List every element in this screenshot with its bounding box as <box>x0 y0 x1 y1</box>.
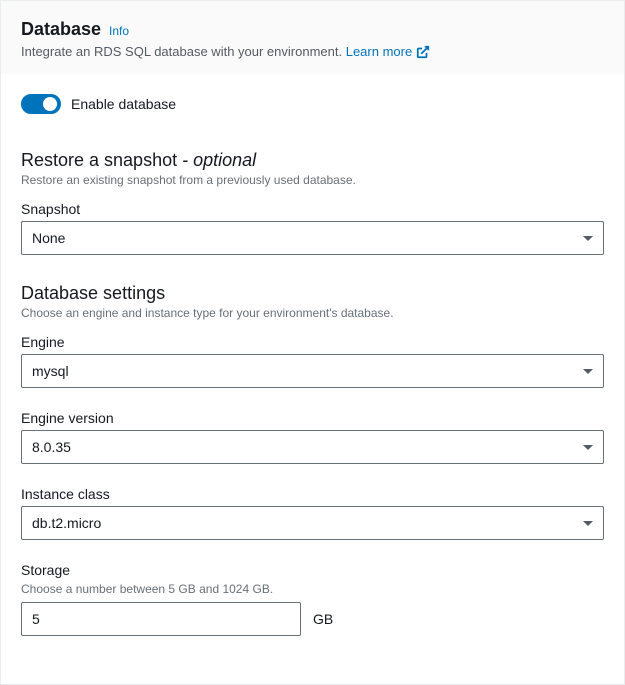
restore-section-title: Restore a snapshot - optional <box>21 150 604 171</box>
panel-header: Database Info Integrate an RDS SQL datab… <box>1 1 624 74</box>
storage-input[interactable] <box>21 602 301 636</box>
external-link-icon <box>416 45 430 59</box>
storage-label: Storage <box>21 562 604 578</box>
database-panel: Database Info Integrate an RDS SQL datab… <box>0 0 625 685</box>
restore-section-desc: Restore an existing snapshot from a prev… <box>21 173 604 187</box>
instance-class-select[interactable]: db.t2.micro <box>21 506 604 540</box>
learn-more-text: Learn more <box>346 44 412 59</box>
enable-database-label: Enable database <box>71 96 176 112</box>
settings-section-desc: Choose an engine and instance type for y… <box>21 306 604 320</box>
restore-snapshot-section: Restore a snapshot - optional Restore an… <box>21 150 604 255</box>
database-settings-section: Database settings Choose an engine and i… <box>21 283 604 636</box>
snapshot-label: Snapshot <box>21 201 604 217</box>
instance-class-select-wrapper: db.t2.micro <box>21 506 604 540</box>
engine-version-select-value: 8.0.35 <box>32 439 71 455</box>
snapshot-field: Snapshot None <box>21 201 604 255</box>
instance-class-label: Instance class <box>21 486 604 502</box>
engine-select-wrapper: mysql <box>21 354 604 388</box>
panel-description-text: Integrate an RDS SQL database with your … <box>21 44 342 59</box>
restore-title-text: Restore a snapshot <box>21 150 177 170</box>
learn-more-link[interactable]: Learn more <box>346 44 430 59</box>
snapshot-select-wrapper: None <box>21 221 604 255</box>
snapshot-select[interactable]: None <box>21 221 604 255</box>
engine-version-field: Engine version 8.0.35 <box>21 410 604 464</box>
enable-database-toggle[interactable] <box>21 94 61 114</box>
panel-description: Integrate an RDS SQL database with your … <box>21 44 604 59</box>
snapshot-select-value: None <box>32 230 65 246</box>
engine-version-label: Engine version <box>21 410 604 426</box>
panel-title: Database <box>21 19 101 40</box>
storage-input-row: GB <box>21 602 604 636</box>
instance-class-field: Instance class db.t2.micro <box>21 486 604 540</box>
storage-field: Storage Choose a number between 5 GB and… <box>21 562 604 636</box>
engine-select[interactable]: mysql <box>21 354 604 388</box>
instance-class-select-value: db.t2.micro <box>32 515 101 531</box>
panel-title-row: Database Info <box>21 19 604 40</box>
enable-database-row: Enable database <box>21 94 604 114</box>
engine-select-value: mysql <box>32 363 69 379</box>
toggle-knob <box>43 97 57 111</box>
engine-label: Engine <box>21 334 604 350</box>
storage-hint: Choose a number between 5 GB and 1024 GB… <box>21 582 604 596</box>
engine-field: Engine mysql <box>21 334 604 388</box>
restore-optional-text: - optional <box>182 150 256 170</box>
engine-version-select[interactable]: 8.0.35 <box>21 430 604 464</box>
storage-unit: GB <box>313 611 333 627</box>
panel-body: Enable database Restore a snapshot - opt… <box>1 74 624 684</box>
info-link[interactable]: Info <box>109 24 129 38</box>
settings-section-title: Database settings <box>21 283 604 304</box>
engine-version-select-wrapper: 8.0.35 <box>21 430 604 464</box>
